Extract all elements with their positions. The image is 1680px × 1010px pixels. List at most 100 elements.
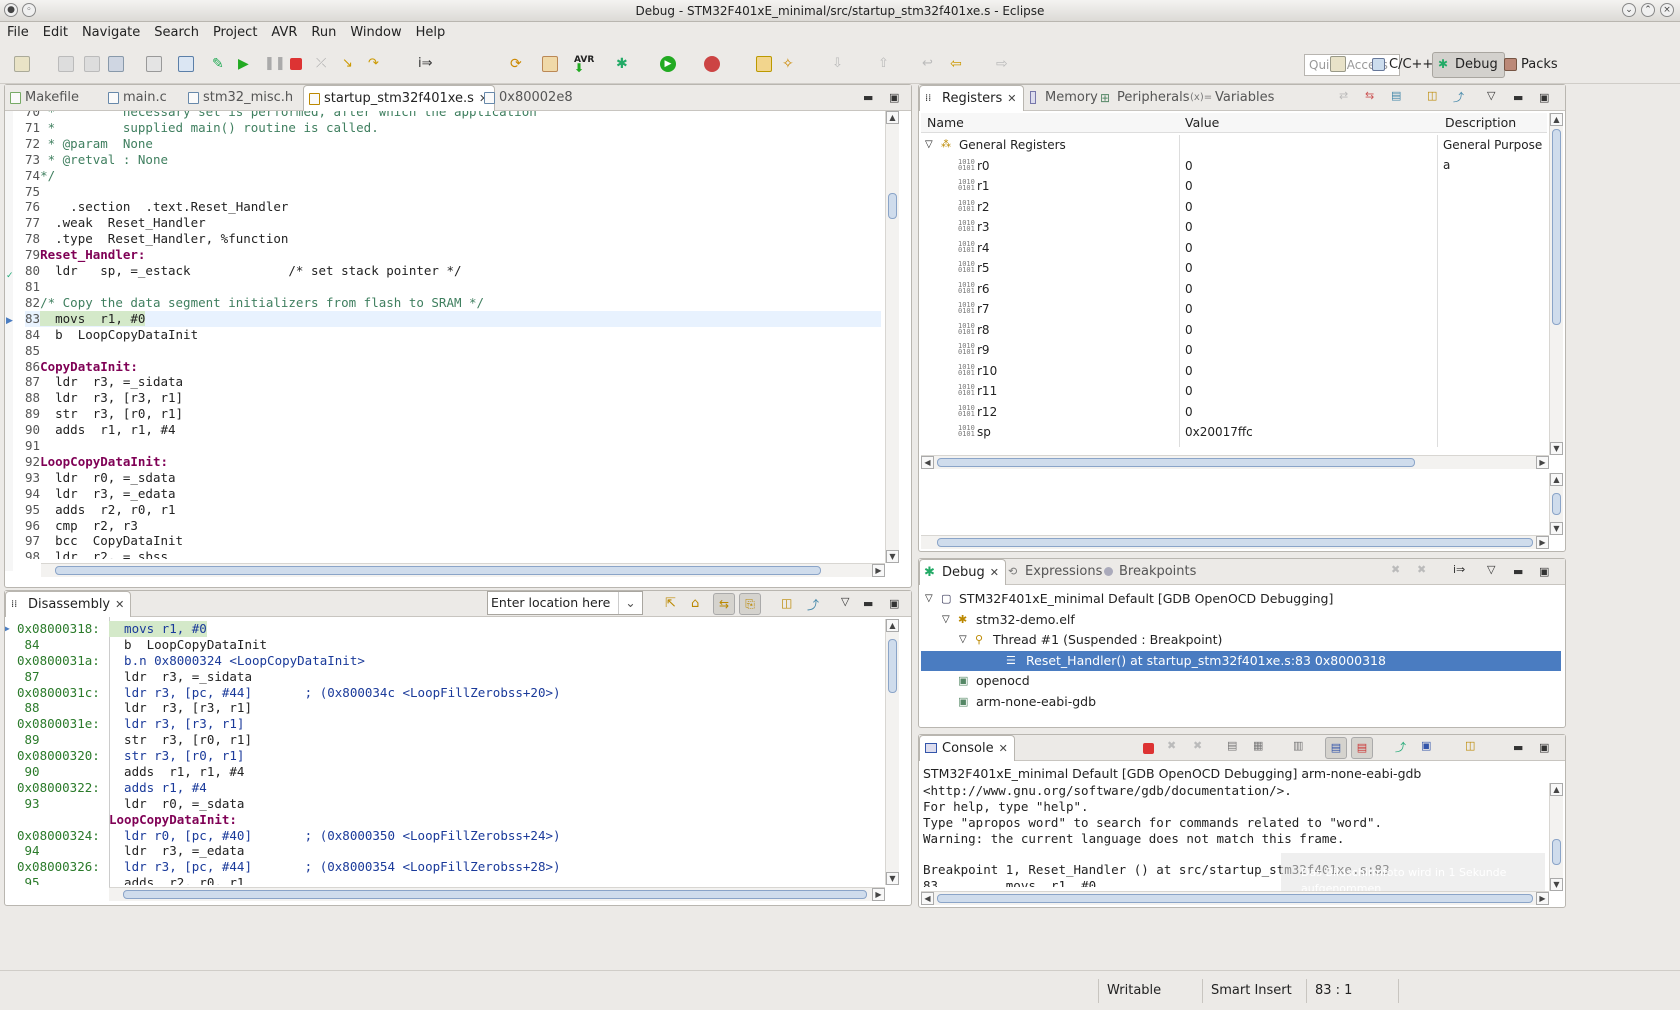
menu-search[interactable]: Search (147, 22, 206, 44)
column-name[interactable]: Name (927, 113, 964, 133)
back-icon[interactable]: ⇦ (950, 56, 966, 72)
maximize-icon[interactable]: ▣ (889, 597, 899, 610)
collapse-icon[interactable]: ⇆ (1365, 89, 1374, 102)
disassembly-horizontal-scrollbar[interactable]: ▶ (109, 887, 885, 901)
terminate-icon[interactable] (1143, 743, 1154, 754)
scroll-down-icon[interactable]: ▼ (1550, 522, 1563, 535)
last-edit-icon[interactable]: ↩ (922, 56, 938, 72)
scroll-down-icon[interactable]: ▼ (1550, 442, 1563, 455)
scroll-thumb[interactable] (1552, 493, 1561, 515)
minimize-icon[interactable]: ▬ (863, 597, 873, 610)
register-row[interactable]: 1010 0101 r7 0 (921, 299, 1547, 320)
open-console-icon[interactable]: ◫ (1465, 739, 1475, 752)
new-view-icon[interactable]: ◫ (1427, 89, 1437, 102)
minimize-icon[interactable]: ▬ (1513, 91, 1523, 104)
menu-file[interactable]: File (0, 22, 36, 44)
minimize-icon[interactable]: ▬ (1513, 565, 1523, 578)
register-row[interactable]: 1010 0101 r2 0 (921, 197, 1547, 218)
menu-avr[interactable]: AVR (264, 22, 304, 44)
status-insert-mode[interactable]: Smart Insert (1202, 979, 1302, 1003)
register-value[interactable]: 0 (1185, 176, 1193, 196)
maximize-icon[interactable]: ▣ (889, 91, 899, 104)
tab-stm32-misc-h[interactable]: stm32_misc.h (183, 85, 293, 111)
minimize-window-icon[interactable]: ⌄ (1622, 3, 1636, 17)
scroll-left-icon[interactable]: ◀ (921, 892, 934, 905)
tab-makefile[interactable]: Makefile (5, 85, 79, 111)
register-value[interactable]: 0 (1185, 258, 1193, 278)
maximize-icon[interactable]: ▣ (1539, 741, 1549, 754)
close-icon[interactable]: ✕ (1007, 92, 1016, 105)
goto-pc-icon[interactable]: ⇱ (665, 596, 676, 611)
scroll-thumb[interactable] (55, 566, 821, 575)
debug-tree-item[interactable]: ▽ ✱ stm32-demo.elf (921, 610, 1561, 630)
avr-upload-icon[interactable]: AVR ⬇ (574, 56, 598, 75)
scroll-thumb[interactable] (888, 193, 897, 219)
disconnect-icon[interactable]: ⤫ (316, 56, 332, 72)
register-value[interactable]: 0 (1185, 156, 1193, 176)
scroll-right-icon[interactable]: ▶ (1536, 456, 1549, 469)
register-value[interactable]: 0 (1185, 197, 1193, 217)
save-all-icon[interactable] (84, 56, 100, 72)
expand-icon[interactable]: ▽ (942, 610, 950, 630)
tab-peripherals[interactable]: ⊞ Peripherals (1097, 85, 1190, 111)
tab-console[interactable]: Console ✕ (919, 735, 1015, 761)
maximize-icon[interactable]: ▣ (1539, 565, 1549, 578)
next-annotation-icon[interactable]: ⇩ (832, 56, 848, 72)
scroll-up-icon[interactable]: ▲ (1550, 113, 1563, 126)
pin-icon[interactable]: ⤴ (1453, 89, 1464, 105)
scroll-right-icon[interactable]: ▶ (872, 564, 885, 577)
minimize-icon[interactable]: ▬ (863, 91, 873, 104)
disassembly-code[interactable]: ▶ 0x08000318: movs r1, #0 84 b LoopCopyDa… (5, 621, 881, 885)
scroll-thumb[interactable] (937, 894, 1533, 903)
build-icon[interactable] (146, 56, 162, 72)
register-row[interactable]: 1010 0101 r5 0 (921, 258, 1547, 279)
scroll-down-icon[interactable]: ▼ (886, 872, 899, 885)
menu-navigate[interactable]: Navigate (75, 22, 147, 44)
register-value[interactable]: 0 (1185, 361, 1193, 381)
close-window-icon[interactable]: × (1660, 3, 1674, 17)
show-source-icon[interactable]: ⎘ (739, 593, 761, 615)
registers-horizontal-scrollbar[interactable]: ◀ ▶ (921, 455, 1549, 469)
register-value[interactable]: 0 (1185, 381, 1193, 401)
refresh-icon[interactable]: ⟳ (510, 56, 526, 72)
remove-launch-icon[interactable]: ✖ (1167, 739, 1176, 752)
save-icon[interactable] (58, 56, 74, 72)
register-row[interactable]: 1010 0101 sp 0x20017ffc (921, 422, 1547, 443)
register-row[interactable]: 1010 0101 r12 0 (921, 402, 1547, 423)
menu-window[interactable]: Window (343, 22, 408, 44)
expand-icon[interactable]: ▽ (925, 589, 933, 609)
tab-debug[interactable]: ✱ Debug ✕ (919, 559, 1006, 585)
console-horizontal-scrollbar[interactable]: ◀ ▶ (921, 891, 1549, 905)
run-icon[interactable]: ▶ (660, 56, 676, 72)
close-icon[interactable]: ✕ (990, 566, 999, 579)
editor-horizontal-scrollbar[interactable]: ▶ (41, 563, 885, 577)
chevron-down-icon[interactable]: ⌄ (618, 592, 642, 614)
window-shade-icon[interactable]: ◦ (22, 3, 36, 17)
debug-tree-item[interactable]: ▣ openocd (921, 671, 1561, 691)
scroll-down-icon[interactable]: ▼ (1550, 878, 1563, 891)
perspective-debug[interactable]: ✱ Debug (1432, 52, 1505, 78)
tab-0x80002e8[interactable]: 0x80002e8 (479, 85, 573, 111)
remove-all-icon[interactable]: ✖ (1193, 739, 1202, 752)
step-filter-icon[interactable]: i⇒ (1453, 563, 1465, 576)
layout-icon[interactable]: ⇄ (1339, 89, 1348, 102)
maximize-icon[interactable]: ▣ (1539, 91, 1549, 104)
maximize-window-icon[interactable]: ⌃ (1641, 3, 1655, 17)
tab-registers[interactable]: ⁞⁞ Registers ✕ (919, 85, 1024, 111)
register-value[interactable]: 0 (1185, 299, 1193, 319)
register-value[interactable]: 0x20017ffc (1185, 422, 1253, 442)
remove-launch-icon[interactable]: ✖ (1391, 563, 1400, 576)
menu-edit[interactable]: Edit (36, 22, 75, 44)
debug-tree-item[interactable]: ▽ ▢ STM32F401xE_minimal Default [GDB OpenO… (921, 589, 1561, 609)
register-detail-pane[interactable] (921, 471, 1547, 531)
scroll-thumb[interactable] (1552, 129, 1561, 325)
link-editor-icon[interactable]: ⇆ (713, 593, 735, 615)
debug-icon[interactable]: ✱ (616, 56, 632, 72)
perspective-cc[interactable]: C/C++ (1366, 52, 1440, 78)
scroll-down-icon[interactable]: ▼ (886, 550, 899, 563)
resume-icon[interactable]: ▶ (238, 56, 254, 72)
tab-main-c[interactable]: main.c (103, 85, 167, 111)
columns-icon[interactable]: ▤ (1391, 89, 1401, 102)
tab-variables[interactable]: (x)= Variables (1187, 85, 1274, 111)
word-wrap-icon[interactable]: ▥ (1293, 739, 1303, 752)
